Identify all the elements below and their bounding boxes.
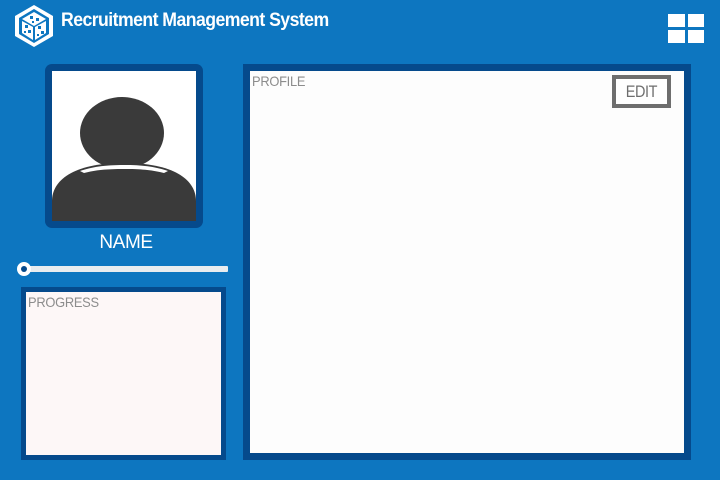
- avatar[interactable]: [45, 64, 203, 228]
- grid-cell: [668, 14, 685, 27]
- avatar-image: [52, 71, 196, 221]
- grid-cell: [687, 30, 704, 43]
- edit-button-label: EDIT: [625, 82, 658, 101]
- user-silhouette-icon: [52, 97, 196, 221]
- profile-title: PROFILE: [252, 73, 306, 89]
- progress-slider-track[interactable]: [24, 266, 228, 272]
- edit-button[interactable]: EDIT: [612, 75, 671, 108]
- app-title: Recruitment Management System: [61, 10, 329, 31]
- app-window: Recruitment Management System NAME PROGR…: [0, 0, 720, 480]
- progress-slider-thumb[interactable]: [17, 262, 31, 276]
- progress-panel: PROGRESS: [21, 287, 226, 460]
- cube-logo-icon: [12, 4, 56, 48]
- grid-cell: [668, 30, 685, 43]
- progress-title: PROGRESS: [28, 294, 99, 310]
- grid-menu-icon[interactable]: [668, 14, 704, 43]
- grid-cell: [687, 14, 704, 27]
- profile-panel: PROFILE EDIT: [243, 64, 691, 460]
- user-name: NAME: [99, 232, 153, 253]
